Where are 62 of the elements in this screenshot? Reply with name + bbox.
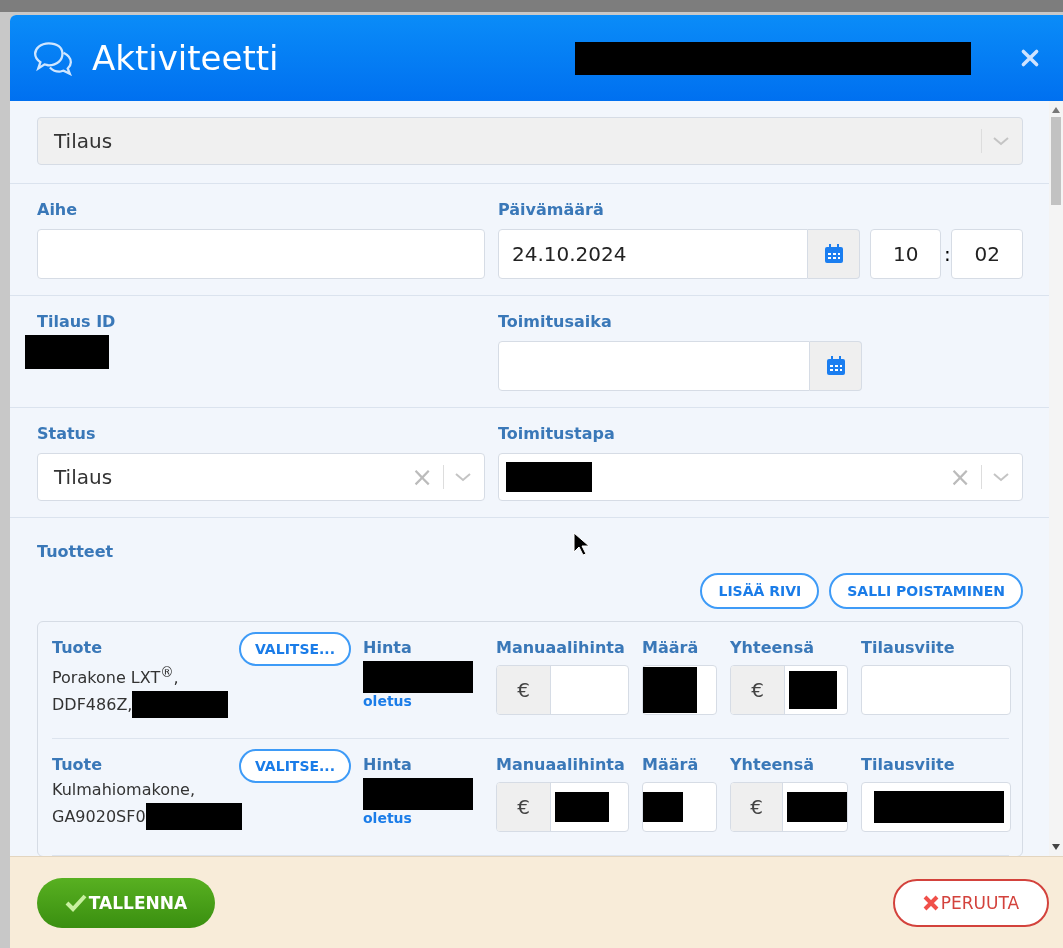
column-label: Tuote [52,638,103,657]
outline-button[interactable]: LISÄÄ RIVI [700,573,820,609]
field-label: Toimitustapa [498,424,615,443]
column-label: Tilausviite [861,755,955,774]
field-label: Tilaus ID [37,312,116,331]
close-icon[interactable] [1019,47,1041,69]
chevron-down-icon [992,136,1010,146]
product-name: DDF486Z, [52,693,133,716]
default-link[interactable]: oletus [363,693,496,709]
column-label: Manuaalihinta [496,755,625,774]
price-field[interactable]: € [496,665,629,715]
product-name: GA9020SF0 [52,805,146,828]
calendar-icon [824,355,847,377]
product-name: Porakone LXT$^{®}$, [52,664,179,690]
chevron-down-icon [992,472,1010,482]
cancel-button[interactable]: PERUUTA [893,878,1049,927]
column-label: Hinta [363,638,412,657]
product-name: Kulmahiomakone, [52,779,195,801]
column-label: Määrä [642,638,699,657]
calendar-button[interactable] [808,229,860,279]
input-field[interactable] [37,229,485,279]
column-label: Yhteensä [730,638,815,657]
column-label: Manuaalihinta [496,638,625,657]
total-field: € [730,665,848,715]
scroll-up-icon[interactable] [1052,107,1060,113]
close-icon [922,894,939,911]
quantity-field[interactable] [642,782,717,832]
calendar-button[interactable] [810,341,862,391]
field-label: Aihe [37,200,78,219]
field-label: Status [37,424,96,443]
check-icon [64,893,87,912]
column-label: Hinta [363,755,412,774]
choose-button[interactable]: VALITSE... [239,749,351,783]
dialog-title: Aktiviteetti [92,38,280,78]
field-label: Päivämäärä [498,200,604,219]
scroll-down-icon[interactable] [1052,844,1060,850]
chevron-down-icon [454,472,472,482]
section-label: Tuotteet [37,542,114,561]
date-field[interactable] [498,341,810,391]
total-field: € [730,782,848,832]
hour-field[interactable]: 10 [869,229,942,279]
column-label: Määrä [642,755,699,774]
quantity-field[interactable] [642,665,717,715]
choose-button[interactable]: VALITSE... [239,632,351,666]
dropdown-field[interactable]: Tilaus × [37,453,485,501]
reference-field[interactable] [861,782,1011,832]
reference-field[interactable] [861,665,1011,715]
date-field[interactable]: 24.10.2024 [498,229,809,279]
scroll-thumb[interactable] [1051,117,1061,205]
calendar-icon [822,243,845,265]
mouse-pointer-icon [573,532,589,556]
default-link[interactable]: oletus [363,810,496,826]
save-button[interactable]: TALLENNA [37,877,215,928]
price-field[interactable]: € [496,782,629,832]
field-label: Toimitusaika [498,312,612,331]
column-label: Yhteensä [730,755,815,774]
chat-bubbles-icon [32,40,74,76]
outline-button[interactable]: SALLI POISTAMINEN [829,573,1023,609]
minute-field[interactable]: 02 [951,229,1023,279]
column-label: Tuote [52,755,103,774]
time-separator: : [943,242,952,266]
column-label: Tilausviite [861,638,955,657]
